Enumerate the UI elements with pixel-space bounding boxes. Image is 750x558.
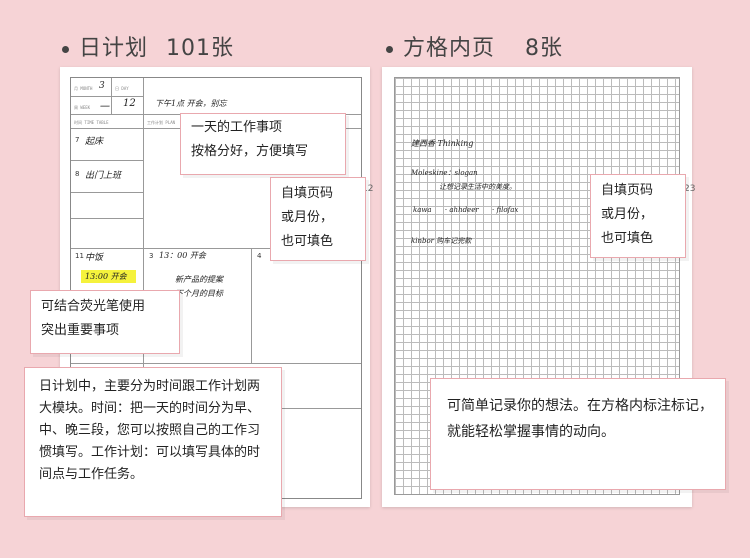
header-grid-pages: 方格内页 8张 (386, 30, 563, 62)
week-label: 周 WEEK (74, 105, 91, 110)
work-plan-label: 工作计划 PLAN (147, 120, 176, 125)
callout-line: 也可填色 (601, 231, 654, 246)
callout-daily-description: 日计划中，主要分为时间跟工作计划两大模块。时间：把一天的时间分为早、中、晚三段，… (24, 367, 282, 517)
callout-page-right: 自填页码 或月份， 也可填色 (590, 174, 686, 258)
task-num-4: 4 (257, 252, 262, 260)
callout-line: 自填页码 (281, 186, 334, 201)
day-label: 日 DAY (115, 86, 129, 91)
month-label: 月 MONTH (74, 86, 93, 91)
bullet-dot-icon (386, 45, 393, 53)
grid-line-2: Moleskine：slogan (411, 169, 478, 177)
callout-line: 自填页码 (601, 183, 654, 198)
hour-7: 7 (75, 136, 80, 144)
callout-page-left: 自填页码 或月份， 也可填色 (270, 177, 366, 261)
callout-line: 按格分好，方便填写 (191, 144, 309, 159)
week-value: 一 (99, 102, 109, 113)
callout-work-items: 一天的工作事项 按格分好，方便填写 (180, 113, 346, 175)
hour-8: 8 (75, 170, 80, 178)
callout-highlighter: 可结合荧光笔使用 突出重要事项 (30, 290, 180, 354)
grid-line-5: kinbor 购车记完款 (411, 237, 472, 245)
header-count: 8张 (525, 36, 564, 61)
grid-line-4: kawa · ahhdeer · filofax (413, 206, 519, 214)
hour-8-text: 出门上班 (85, 171, 122, 181)
task-num-3: 3 (149, 252, 154, 260)
header-daily-plan: 日计划 101张 (62, 30, 234, 62)
bullet-dot-icon (62, 45, 69, 53)
header-title: 日计划 (79, 36, 149, 61)
callout-grid-note: 可简单记录你的想法。在方格内标注标记，就能轻松掌握事情的动向。 (430, 378, 726, 490)
hour-11: 11 (75, 252, 84, 260)
top-note: 下午1点 开会，别忘 (155, 99, 227, 108)
day-value: 12 (123, 98, 136, 109)
bullet-2: 下个月的目标 (175, 289, 223, 298)
callout-line: 或月份， (281, 210, 334, 225)
month-value: 3 (99, 81, 105, 91)
callout-line: 一天的工作事项 (191, 120, 283, 135)
callout-line: 突出重要事项 (41, 323, 120, 338)
callout-text: 日计划中，主要分为时间跟工作计划两大模块。时间：把一天的时间分为早、中、晚三段，… (39, 379, 261, 482)
grid-line-3: 让想记录生活中的美度。 (439, 183, 516, 191)
hour-13-text: 13:00 开会 (85, 272, 127, 281)
hour-7-text: 起床 (85, 137, 104, 147)
callout-text: 可简单记录你的想法。在方格内标注标记，就能轻松掌握事情的动向。 (447, 398, 713, 440)
callout-line: 也可填色 (281, 234, 334, 249)
callout-line: 可结合荧光笔使用 (41, 299, 146, 314)
header-title: 方格内页 (403, 36, 496, 61)
grid-line-1: 建西香 Thinking (411, 139, 474, 148)
hour-11-text: 中饭 (85, 253, 104, 263)
header-count: 101张 (166, 36, 235, 61)
bullet-1: 新产品的提案 (175, 275, 223, 284)
callout-line: 或月份， (601, 207, 654, 222)
task-3-text: 13：00 开会 (159, 251, 206, 260)
time-table-label: 时间 TIME TABLE (74, 120, 109, 125)
